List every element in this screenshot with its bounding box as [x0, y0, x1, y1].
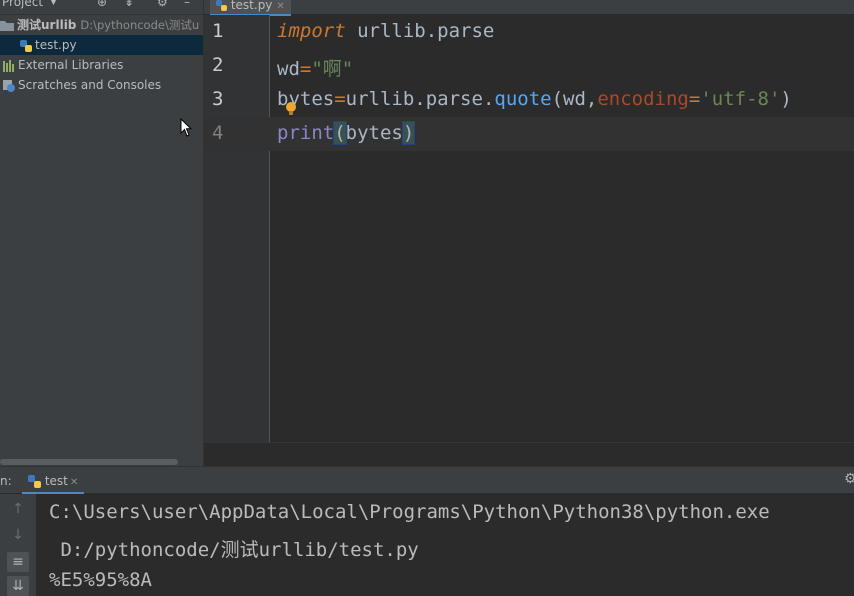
line-number: 2 — [212, 54, 224, 76]
editor-tab-bar — [204, 0, 854, 14]
brace-token: ( — [333, 121, 347, 145]
arrow-up-icon[interactable]: ↑ — [7, 499, 29, 519]
chevron-down-icon[interactable]: ▼ — [50, 0, 57, 7]
mouse-cursor-icon — [180, 118, 192, 137]
editor-bottom-area — [204, 442, 854, 467]
builtin-token: print — [277, 122, 335, 144]
code-token: urllib.parse. — [345, 88, 495, 110]
tree-item-label: 测试urllib — [17, 18, 77, 32]
arrow-down-icon[interactable]: ↓ — [7, 525, 29, 545]
close-icon[interactable]: ✕ — [276, 1, 284, 12]
line-number: 4 — [212, 122, 224, 144]
python-file-icon — [28, 475, 41, 488]
gear-icon[interactable]: ⚙ — [844, 471, 854, 487]
scroll-to-end-icon[interactable]: ⇊ — [7, 576, 29, 596]
run-toolbar: ↑ ↓ ≡ ⇊ — [0, 494, 36, 596]
tree-item-label: External Libraries — [18, 58, 124, 72]
code-token: bytes — [345, 122, 403, 144]
code-token: ) — [780, 88, 792, 110]
library-icon — [3, 59, 14, 72]
tree-item-label: Scratches and Consoles — [18, 78, 162, 92]
string-token: 'utf-8' — [700, 88, 781, 110]
operator-token: = — [334, 88, 346, 110]
string-token: "啊" — [311, 58, 354, 80]
run-tab-test[interactable]: test ✕ — [22, 470, 85, 495]
locate-icon[interactable]: ⊕ — [97, 0, 107, 9]
soft-wrap-icon[interactable]: ≡ — [7, 552, 29, 572]
run-panel-header: n: — [0, 467, 854, 493]
tree-item-test-py[interactable]: test.py — [0, 35, 203, 55]
param-token: encoding — [597, 88, 689, 110]
gutter-separator — [269, 15, 270, 442]
tab-label: test.py — [230, 0, 273, 12]
lightbulb-base — [289, 111, 293, 115]
run-label: n: — [0, 474, 12, 488]
minimize-icon[interactable]: – — [184, 0, 190, 9]
collapse-all-icon[interactable]: ⇟ — [124, 0, 134, 9]
scratches-icon — [3, 79, 15, 92]
tree-item-project-root[interactable]: 测试urllib D:\pythoncode\测试u — [0, 15, 203, 35]
tree-item-path: D:\pythoncode\测试u — [80, 18, 200, 32]
console-line: D:/pythoncode/测试urllib/test.py — [49, 539, 419, 561]
tree-item-external-libraries[interactable]: External Libraries — [0, 55, 203, 75]
code-token: (wd, — [551, 88, 598, 110]
run-tab-label: test — [44, 474, 68, 488]
project-panel-header: Project ▼ ⊕ ⇟ ⚙ – — [0, 0, 203, 15]
folder-icon — [0, 21, 14, 31]
keyword-token: import — [277, 20, 346, 42]
project-panel: Project ▼ ⊕ ⇟ ⚙ – 测试urllib D:\pythoncode\… — [0, 0, 203, 466]
operator-token: = — [299, 58, 312, 80]
tab-test-py[interactable]: test.py ✕ — [210, 0, 291, 16]
horizontal-scrollbar[interactable] — [0, 459, 178, 465]
brace-token: ) — [401, 121, 416, 145]
python-file-icon — [20, 39, 32, 52]
code-line-3[interactable]: bytes=urllib.parse.quote(wd,encoding='ut… — [277, 88, 792, 110]
method-token: quote — [494, 88, 552, 110]
code-token: wd — [277, 58, 300, 80]
close-icon[interactable]: ✕ — [70, 477, 78, 488]
code-line-2[interactable]: wd="啊" — [277, 54, 353, 81]
project-view-selector[interactable]: Project — [2, 0, 43, 9]
code-line-1[interactable]: import urllib.parse — [277, 20, 494, 42]
tree-item-scratches[interactable]: Scratches and Consoles — [0, 75, 203, 95]
code-token: urllib.parse — [345, 20, 495, 42]
console-line: C:\Users\user\AppData\Local\Programs\Pyt… — [49, 501, 770, 523]
gear-icon[interactable]: ⚙ — [157, 0, 168, 9]
operator-token: = — [688, 88, 701, 110]
line-number-gutter — [204, 15, 269, 442]
console-line: %E5%95%8A — [49, 569, 152, 591]
line-number: 1 — [212, 20, 224, 42]
line-number: 3 — [212, 88, 224, 110]
code-line-4[interactable]: print(bytes) — [277, 121, 416, 145]
tree-item-label: test.py — [35, 38, 77, 52]
python-file-icon — [216, 0, 227, 11]
